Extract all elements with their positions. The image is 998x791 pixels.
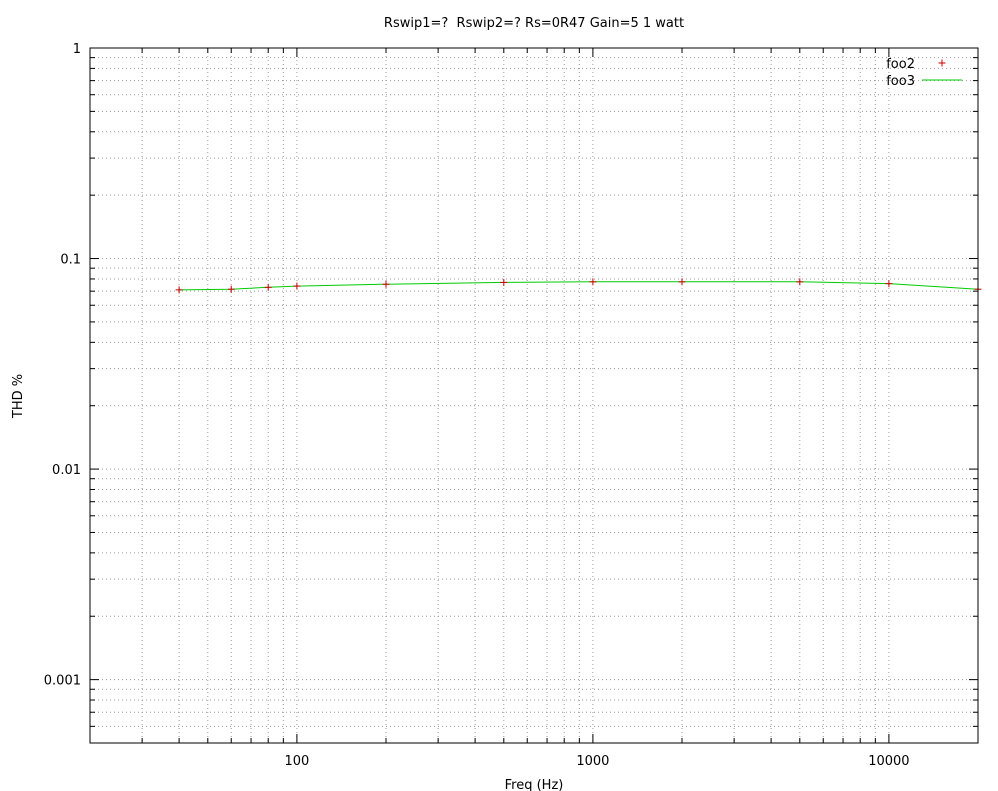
chart-title: Rswip1=? Rswip2=? Rs=0R47 Gain=5 1 watt bbox=[384, 16, 684, 31]
data-point-foo2 bbox=[885, 280, 893, 288]
x-tick-label: 10000 bbox=[868, 754, 909, 769]
legend-item-foo2: foo2 bbox=[886, 57, 946, 72]
thd-chart: 100 1000 10000 1 0.1 0.01 0.001 Rswip1=? Rswip… bbox=[11, 16, 982, 791]
x-tick-label: 1000 bbox=[576, 754, 609, 769]
y-tick-label: 0.001 bbox=[44, 674, 81, 689]
legend-item-foo3: foo3 bbox=[886, 74, 962, 89]
y-tick-label: 0.01 bbox=[52, 463, 81, 478]
plot-frame bbox=[89, 47, 979, 744]
legend: foo2 foo3 bbox=[886, 57, 962, 89]
data-point-foo2 bbox=[293, 282, 301, 290]
y-tick-label: 0.1 bbox=[60, 253, 81, 268]
legend-label: foo3 bbox=[886, 74, 915, 89]
data-point-foo2 bbox=[264, 283, 272, 291]
grid-lines bbox=[90, 48, 978, 743]
tick-labels: 100 1000 10000 1 0.1 0.01 0.001 bbox=[44, 42, 910, 769]
legend-label: foo2 bbox=[886, 57, 915, 72]
data-point-foo2 bbox=[227, 285, 235, 293]
y-tick-label: 1 bbox=[73, 42, 81, 57]
x-tick-label: 100 bbox=[284, 754, 309, 769]
x-axis-label: Freq (Hz) bbox=[505, 778, 564, 791]
data-point-foo2 bbox=[382, 280, 390, 288]
data-point-foo2 bbox=[678, 278, 686, 286]
data-point-foo2 bbox=[500, 278, 508, 286]
data-point-foo2 bbox=[175, 286, 183, 294]
y-axis-label: THD % bbox=[11, 374, 26, 419]
axis-ticks bbox=[90, 47, 978, 743]
